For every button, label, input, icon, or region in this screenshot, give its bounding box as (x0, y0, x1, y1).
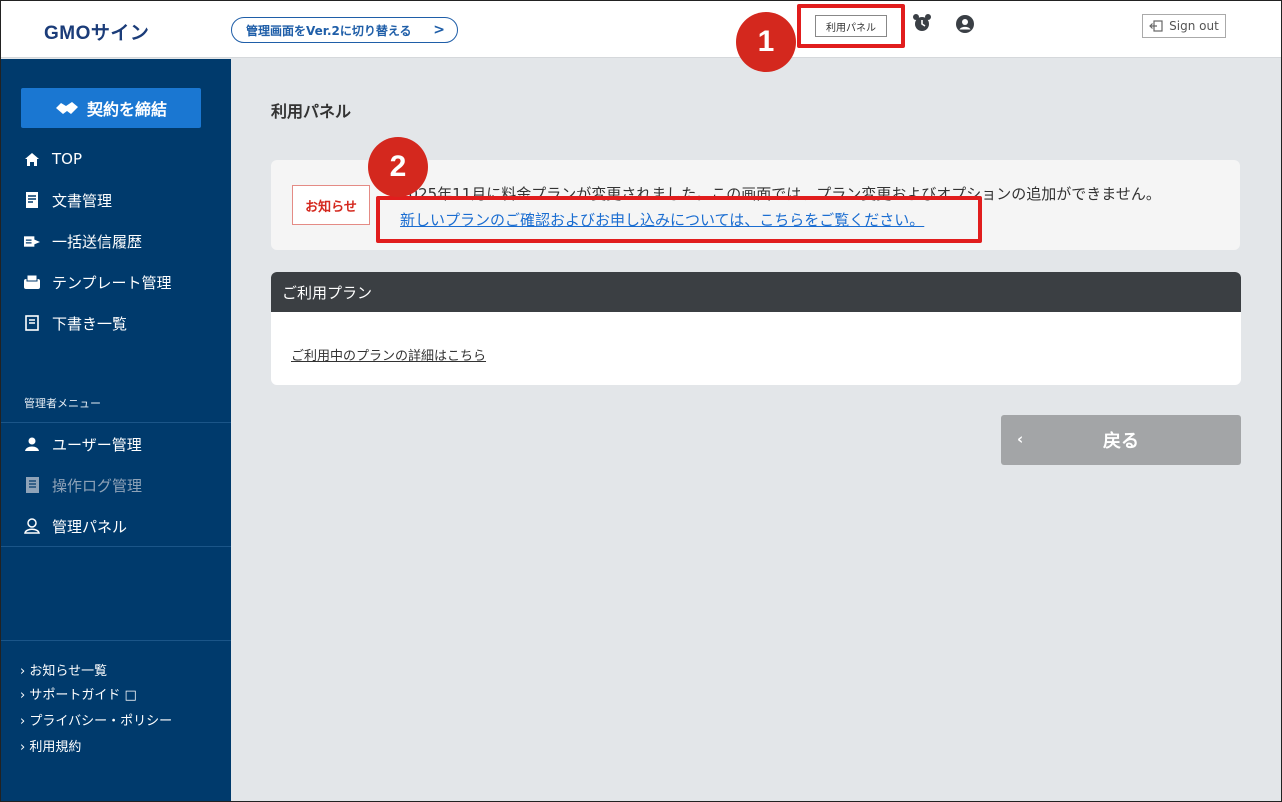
plan-details-link[interactable]: ご利用中のプランの詳細はこちら (291, 345, 486, 364)
sidebar-item-operation-log[interactable]: 操作ログ管理 (0, 466, 231, 504)
step-number-1: 1 (736, 12, 796, 72)
draft-icon (24, 315, 40, 331)
page-title: 利用パネル (271, 102, 352, 121)
admin-menu-heading: 管理者メニュー (24, 397, 101, 410)
footer-link-privacy-policy[interactable]: › プライバシー・ポリシー (20, 710, 172, 729)
footer-link-label: お知らせ一覧 (29, 664, 108, 679)
handshake-icon (55, 102, 78, 114)
sidebar-item-label: 一括送信履歴 (52, 232, 143, 251)
user-account-icon[interactable] (955, 14, 975, 34)
sidebar-item-label: 下書き一覧 (52, 314, 128, 333)
chevron-left-icon: ‹ (1017, 430, 1024, 448)
home-icon (24, 151, 40, 167)
sign-out-button[interactable]: Sign out (1142, 14, 1226, 38)
user-icon (24, 436, 40, 452)
batch-send-icon (24, 233, 40, 249)
footer-link-label: 利用規約 (29, 740, 82, 755)
top-header: GMOサイン 管理画面をVer.2に切り替える > 利用パネル Sign out (0, 0, 1282, 58)
footer-link-label: プライバシー・ポリシー (29, 714, 173, 729)
step-number-2: 2 (368, 137, 428, 197)
log-icon (24, 477, 40, 493)
chevron-right-icon: › (20, 714, 26, 729)
sidebar-item-drafts[interactable]: 下書き一覧 (0, 304, 231, 342)
divider (0, 546, 231, 547)
gmo-sign-logo[interactable]: GMOサイン (44, 18, 149, 45)
version-switch-button[interactable]: 管理画面をVer.2に切り替える > (231, 17, 458, 43)
sidebar-item-documents[interactable]: 文書管理 (0, 181, 231, 219)
contract-button[interactable]: 契約を締結 (21, 88, 201, 128)
back-button[interactable]: ‹ 戻る (1001, 415, 1241, 465)
template-icon (24, 274, 40, 290)
contract-button-label: 契約を締結 (86, 100, 167, 119)
external-link-icon: □ (124, 688, 137, 703)
sidebar-item-label: 操作ログ管理 (52, 476, 143, 495)
admin-panel-icon (24, 518, 40, 534)
plan-card: ご利用プラン ご利用中のプランの詳細はこちら (271, 272, 1241, 385)
chevron-right-icon: › (20, 740, 26, 755)
document-icon (24, 192, 40, 208)
chevron-right-icon: > (433, 22, 445, 38)
sidebar-item-batch-send[interactable]: 一括送信履歴 (0, 222, 231, 260)
sidebar-item-admin-panel[interactable]: 管理パネル (0, 507, 231, 545)
sidebar-item-user-management[interactable]: ユーザー管理 (0, 425, 231, 463)
footer-link-label: サポートガイド (29, 688, 121, 703)
footer-link-news[interactable]: › お知らせ一覧 (20, 660, 107, 679)
footer-link-support-guide[interactable]: › サポートガイド □ (20, 684, 137, 703)
sidebar-item-top[interactable]: TOP (0, 140, 231, 178)
alarm-clock-icon[interactable] (912, 13, 932, 33)
footer-link-terms[interactable]: › 利用規約 (20, 736, 81, 755)
version-switch-label: 管理画面をVer.2に切り替える (246, 23, 412, 38)
highlight-box-1 (797, 4, 905, 48)
divider (0, 640, 231, 641)
sidebar-item-label: ユーザー管理 (52, 435, 142, 454)
sidebar-item-label: 管理パネル (52, 517, 128, 536)
sidebar-item-label: TOP (52, 150, 83, 168)
sidebar-item-label: 文書管理 (52, 191, 113, 210)
divider (0, 422, 231, 423)
sidebar-item-label: テンプレート管理 (52, 273, 172, 292)
chevron-right-icon: › (20, 664, 26, 679)
sign-out-label: Sign out (1169, 19, 1219, 33)
sign-out-icon (1149, 20, 1163, 32)
chevron-right-icon: › (20, 688, 26, 703)
plan-card-header: ご利用プラン (271, 272, 1241, 312)
notice-badge: お知らせ (292, 185, 370, 225)
sidebar-item-templates[interactable]: テンプレート管理 (0, 263, 231, 301)
highlight-box-2 (376, 196, 982, 243)
back-button-label: 戻る (1103, 431, 1139, 452)
sidebar: 契約を締結 TOP 文書管理 一括送信履歴 テンプレート管理 下書き一覧 管理者… (0, 59, 231, 802)
